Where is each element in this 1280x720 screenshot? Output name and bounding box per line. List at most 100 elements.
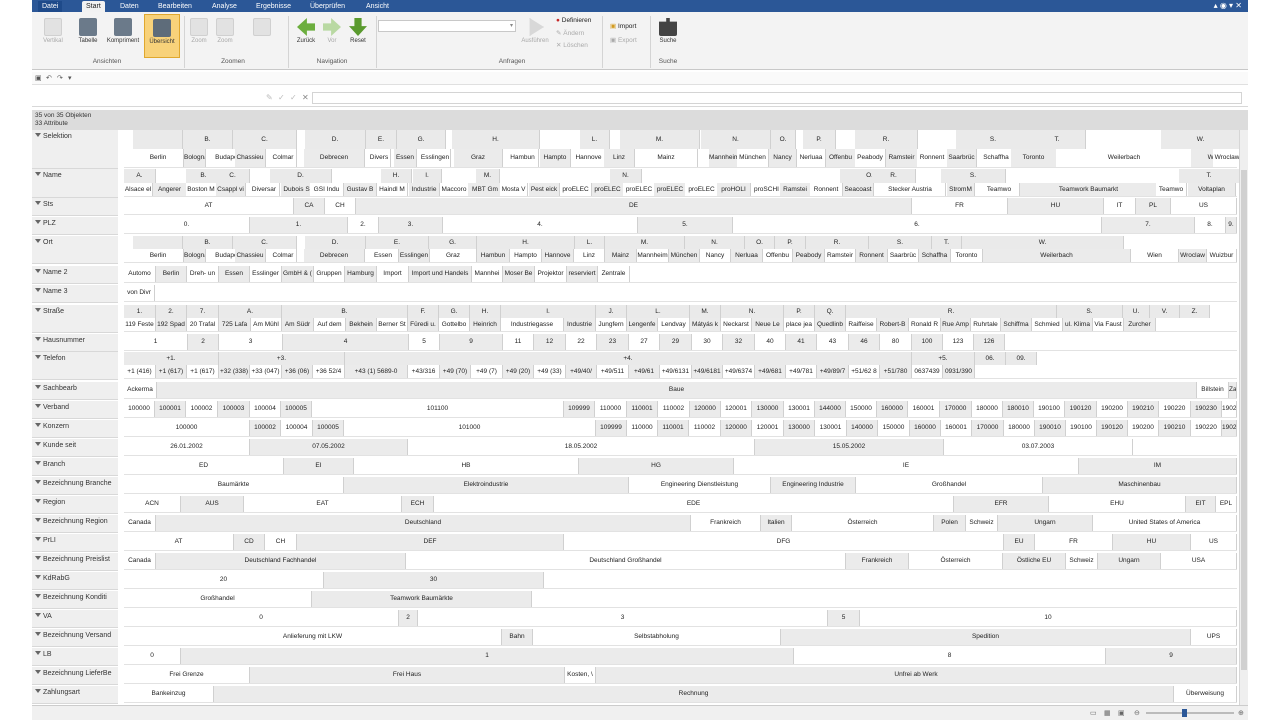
value-cell[interactable]: place jea [784, 318, 815, 331]
group-cell[interactable]: J. [596, 305, 627, 318]
value-cell[interactable]: DFG [564, 534, 1004, 550]
value-cell[interactable]: 119 Feste [124, 318, 156, 331]
zoom-slider-handle[interactable] [1182, 709, 1187, 717]
value-cell[interactable]: DE [356, 198, 912, 214]
attribute-label[interactable]: Region [32, 496, 118, 514]
ausfuehren-button[interactable]: Ausführen [518, 18, 552, 44]
value-cell[interactable]: proELEC [685, 183, 719, 196]
value-cell[interactable]: 160001 [941, 420, 972, 436]
group-cell[interactable]: S. [956, 130, 1031, 149]
value-cell[interactable]: Linz [574, 249, 605, 262]
value-cell[interactable]: Toronto [951, 249, 983, 262]
value-cell[interactable]: Spedition [781, 629, 1191, 645]
group-cell[interactable]: M. [476, 169, 500, 183]
filter-icon[interactable] [35, 575, 41, 579]
attribute-label[interactable]: VA [32, 610, 118, 628]
group-cell[interactable]: 1. [124, 305, 156, 318]
value-cell[interactable]: Hannove [542, 249, 574, 262]
value-cell[interactable]: ECH [402, 496, 434, 512]
value-cell[interactable]: CH [265, 534, 297, 550]
value-cell[interactable]: 1 [124, 334, 188, 350]
tab-daten[interactable]: Daten [116, 1, 143, 12]
value-cell[interactable]: Ruhrtale [971, 318, 1001, 331]
value-cell[interactable]: proELEC [592, 183, 624, 196]
vor-button[interactable]: Vor [320, 18, 344, 44]
value-cell[interactable]: Wroclaw [1213, 149, 1242, 167]
value-cell[interactable]: Heinrich [470, 318, 501, 331]
tab-bearbeiten[interactable]: Bearbeiten [154, 1, 196, 12]
value-cell[interactable]: Wroclaw [1179, 249, 1207, 262]
value-cell[interactable]: 0 [124, 648, 181, 664]
value-cell[interactable]: 190010 [1035, 420, 1066, 436]
filter-icon[interactable] [35, 269, 41, 273]
value-cell[interactable]: 2 [188, 334, 219, 350]
value-cell[interactable]: Ramsteir [886, 149, 918, 167]
attribute-label[interactable]: Ort [32, 236, 118, 264]
value-cell[interactable]: +49 (7) [471, 365, 503, 378]
value-cell[interactable]: Schweiz [1066, 553, 1098, 569]
attribute-label[interactable]: Name 3 [32, 285, 118, 303]
value-cell[interactable]: 170000 [940, 401, 972, 417]
value-cell[interactable]: Polen [934, 515, 966, 531]
value-cell[interactable]: 110000 [595, 401, 627, 417]
value-cell[interactable]: Deutschland Fachhandel [156, 553, 406, 569]
value-cell[interactable]: Csappl vi [216, 183, 246, 196]
filter-icon[interactable] [35, 670, 41, 674]
attribute-label[interactable]: Name 2 [32, 266, 118, 284]
view-normal-icon[interactable]: ▭ [1090, 709, 1097, 717]
zoom-out-button[interactable]: Zoom [214, 18, 236, 44]
value-cell[interactable]: 126 [974, 334, 1005, 350]
value-cell[interactable]: HB [354, 458, 579, 474]
group-cell[interactable]: G. [429, 236, 477, 249]
value-cell[interactable]: 6. [733, 217, 1102, 233]
value-cell[interactable]: 20 Trafal [187, 318, 219, 331]
value-cell[interactable]: IE [734, 458, 1079, 474]
value-cell[interactable]: München [669, 249, 700, 262]
value-cell[interactable]: Zurcher [1124, 318, 1156, 331]
value-cell[interactable]: 9 [1106, 648, 1237, 664]
group-cell[interactable]: P. [803, 130, 836, 149]
value-cell[interactable]: 100002 [186, 401, 218, 417]
value-cell[interactable]: Frei Grenze [124, 667, 250, 683]
group-cell[interactable]: L. [627, 305, 690, 318]
value-cell[interactable]: Überweisung [1174, 686, 1237, 702]
value-cell[interactable]: 180010 [1003, 401, 1034, 417]
filter-icon[interactable] [35, 651, 41, 655]
value-cell[interactable]: 27 [629, 334, 660, 350]
group-cell[interactable]: H. [381, 169, 412, 183]
value-cell[interactable]: 46 [849, 334, 880, 350]
value-cell[interactable]: Peabody [855, 149, 886, 167]
filter-icon[interactable] [35, 308, 41, 312]
value-cell[interactable]: EI [284, 458, 354, 474]
group-cell[interactable]: Z. [1180, 305, 1210, 318]
attribute-label[interactable]: Name [32, 169, 118, 198]
kompriment-button[interactable]: Kompriment [104, 18, 142, 44]
value-cell[interactable]: Italien [761, 515, 792, 531]
value-cell[interactable]: 100005 [281, 401, 312, 417]
filter-icon[interactable] [35, 355, 41, 359]
value-cell[interactable]: 109999 [596, 420, 627, 436]
group-cell[interactable]: H. [477, 236, 575, 249]
value-cell[interactable]: Unfrei ab Werk [596, 667, 1237, 683]
window-controls[interactable]: ▴ ◉ ▾ ✕ [1214, 1, 1242, 10]
value-cell[interactable]: 120001 [721, 401, 752, 417]
value-cell[interactable]: Berlin [133, 249, 184, 262]
group-cell[interactable]: T. [932, 236, 962, 249]
value-cell[interactable]: Bologna [184, 149, 206, 167]
value-cell[interactable]: 180000 [972, 401, 1003, 417]
value-cell[interactable]: 140000 [847, 420, 878, 436]
filter-icon[interactable] [35, 172, 41, 176]
value-cell[interactable]: Schmied [1032, 318, 1063, 331]
group-cell[interactable]: R. [806, 236, 869, 249]
value-cell[interactable]: 101100 [312, 401, 564, 417]
value-cell[interactable]: Ronnent [917, 149, 948, 167]
group-cell[interactable]: G. [397, 130, 446, 149]
value-cell[interactable]: 180000 [1004, 420, 1035, 436]
value-cell[interactable]: EHU [1049, 496, 1186, 512]
filter-icon[interactable] [35, 594, 41, 598]
value-cell[interactable]: Linz [604, 149, 635, 167]
group-cell[interactable]: P. [784, 305, 815, 318]
group-cell[interactable]: R. [872, 169, 916, 183]
value-cell[interactable]: 190235 [1222, 420, 1237, 436]
group-cell[interactable]: E. [366, 130, 397, 149]
